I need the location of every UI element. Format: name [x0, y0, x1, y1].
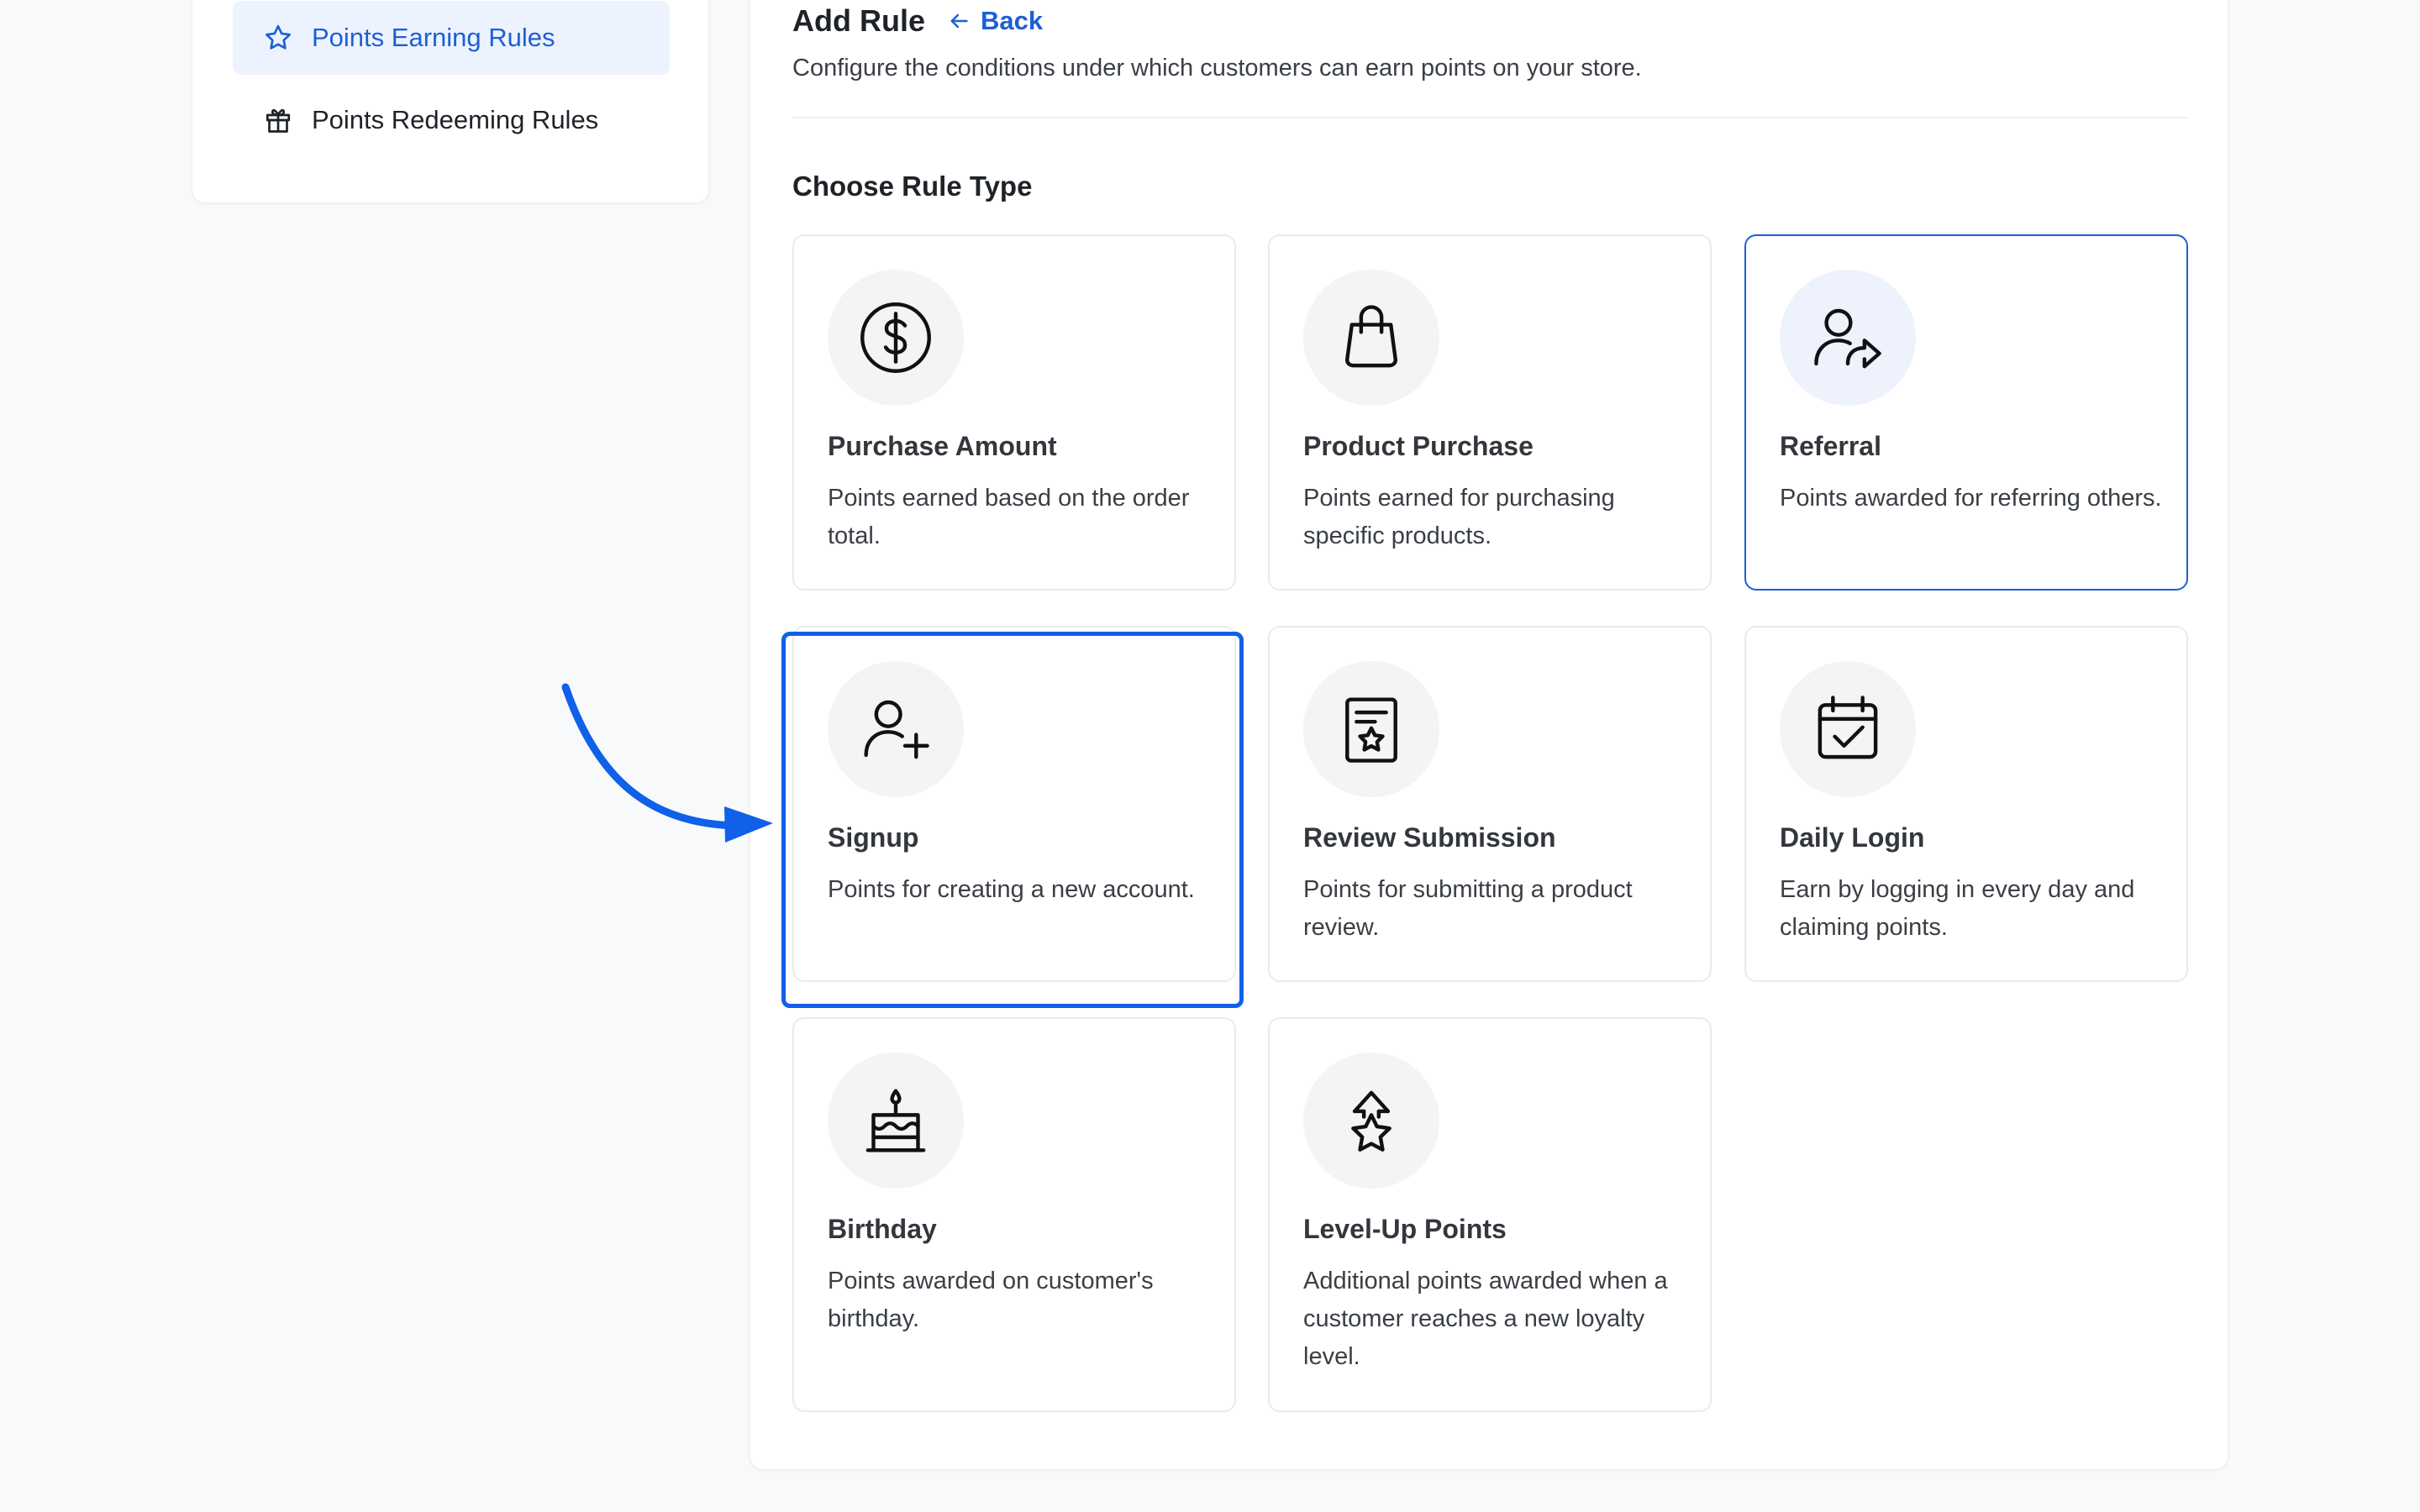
star-icon — [266, 24, 291, 50]
sidebar: Points Earning Rules Points Redeeming Ru… — [192, 0, 709, 203]
rule-card-description: Points awarded for referring others. — [1780, 485, 2162, 512]
page-header: Add Rule Back — [792, 1, 1043, 41]
rule-card-title: Referral — [1780, 431, 1881, 461]
dollar-circle-icon — [860, 302, 931, 373]
section-title: Choose Rule Type — [792, 171, 1033, 202]
back-label: Back — [981, 6, 1044, 35]
rule-card-title: Purchase Amount — [828, 431, 1057, 461]
rule-card-title: Level-Up Points — [1303, 1214, 1507, 1244]
rule-card-review-submission[interactable]: Review Submission Points for submitting … — [1268, 626, 1712, 982]
rule-card-referral[interactable]: Referral Points awarded for referring ot… — [1744, 234, 2188, 591]
rule-card-birthday[interactable]: Birthday Points awarded on customer's bi… — [792, 1017, 1236, 1412]
rule-card-title: Daily Login — [1780, 822, 1925, 853]
rule-card-title: Birthday — [828, 1214, 937, 1244]
rule-card-description: Points earned based on the order total. — [828, 485, 1190, 549]
level-up-star-icon — [1351, 1090, 1392, 1152]
rule-card-title: Review Submission — [1303, 822, 1556, 853]
user-share-icon — [1814, 308, 1881, 369]
rule-card-product-purchase[interactable]: Product Purchase Points earned for purch… — [1268, 234, 1712, 591]
sidebar-item-label: Points Redeeming Rules — [312, 105, 599, 134]
page-description: Configure the conditions under which cus… — [792, 55, 1642, 81]
rule-card-level-up-points[interactable]: Level-Up Points Additional points awarde… — [1268, 1017, 1712, 1412]
sidebar-item-label: Points Earning Rules — [312, 23, 555, 52]
gift-icon — [266, 108, 291, 133]
arrow-left-icon — [950, 13, 968, 29]
user-plus-icon — [864, 700, 929, 759]
sidebar-item-points-earning-rules[interactable]: Points Earning Rules — [233, 1, 670, 75]
rule-card-title: Product Purchase — [1303, 431, 1534, 461]
rule-card-description: Earn by logging in every day and claimin… — [1780, 876, 2135, 941]
divider — [792, 117, 2187, 118]
annotation-arrow-icon — [561, 683, 773, 843]
rule-card-description: Additional points awarded when a custome… — [1303, 1268, 1668, 1370]
back-button[interactable]: Back — [947, 6, 1043, 36]
shopping-bag-icon — [1345, 305, 1397, 368]
rule-card-description: Points awarded on customer's birthday. — [828, 1268, 1154, 1332]
page-title: Add Rule — [792, 3, 925, 38]
rule-card-signup[interactable]: Signup Points for creating a new account… — [792, 626, 1236, 982]
birthday-cake-icon — [865, 1089, 926, 1152]
main-panel: Add Rule Back Configure the conditions u… — [750, 0, 2228, 1470]
rule-card-daily-login[interactable]: Daily Login Earn by logging in every day… — [1744, 626, 2188, 982]
review-star-icon — [1345, 697, 1397, 763]
rule-card-description: Points earned for purchasing specific pr… — [1303, 485, 1615, 549]
rule-card-purchase-amount[interactable]: Purchase Amount Points earned based on t… — [792, 234, 1236, 591]
rule-card-description: Points for creating a new account. — [828, 876, 1195, 903]
rule-card-title: Signup — [828, 822, 919, 853]
rule-card-description: Points for submitting a product review. — [1303, 876, 1633, 941]
calendar-check-icon — [1818, 696, 1878, 759]
sidebar-item-points-redeeming-rules[interactable]: Points Redeeming Rules — [233, 83, 670, 157]
